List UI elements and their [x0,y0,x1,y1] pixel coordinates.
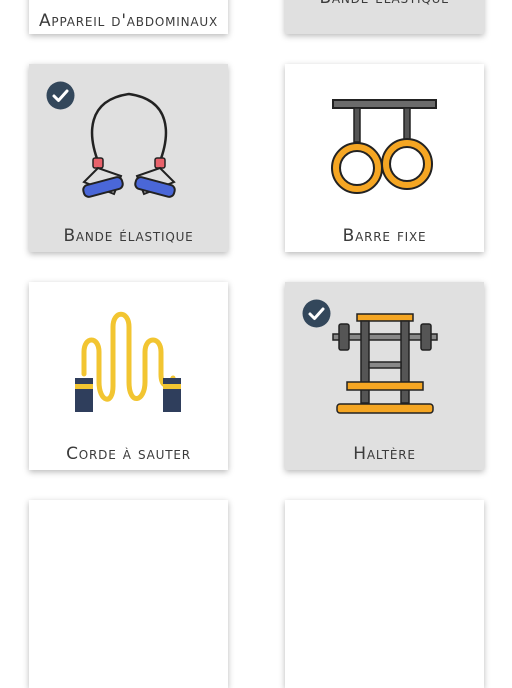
equipment-card-pull-up-bar[interactable]: Barre fixe [285,64,484,252]
equipment-card-label: Appareil d'abdominaux [38,11,218,31]
equipment-card-next-left[interactable] [29,500,228,688]
equipment-card-next-right[interactable] [285,500,484,688]
equipment-card-label: Barre fixe [342,226,427,246]
equipment-card-jump-rope[interactable]: Corde à sauter [29,282,228,470]
gymnastic-rings-icon [285,64,484,212]
equipment-card-ab-machine[interactable]: Appareil d'abdominaux [29,0,228,34]
equipment-card-label: Bande élastique [285,0,484,8]
equipment-card-resistance-band[interactable]: Bande élastique [29,64,228,252]
equipment-card-label: Corde à sauter [66,444,191,464]
equipment-card-resistance-band-top[interactable]: Bande élastique [285,0,484,34]
jump-rope-icon [29,282,228,430]
equipment-card-label: Bande élastique [63,226,194,246]
resistance-band-icon [29,64,228,212]
equipment-card-label: Haltère [353,444,416,464]
equipment-card-dumbbell[interactable]: Haltère [285,282,484,470]
barbell-rack-icon [285,282,484,430]
